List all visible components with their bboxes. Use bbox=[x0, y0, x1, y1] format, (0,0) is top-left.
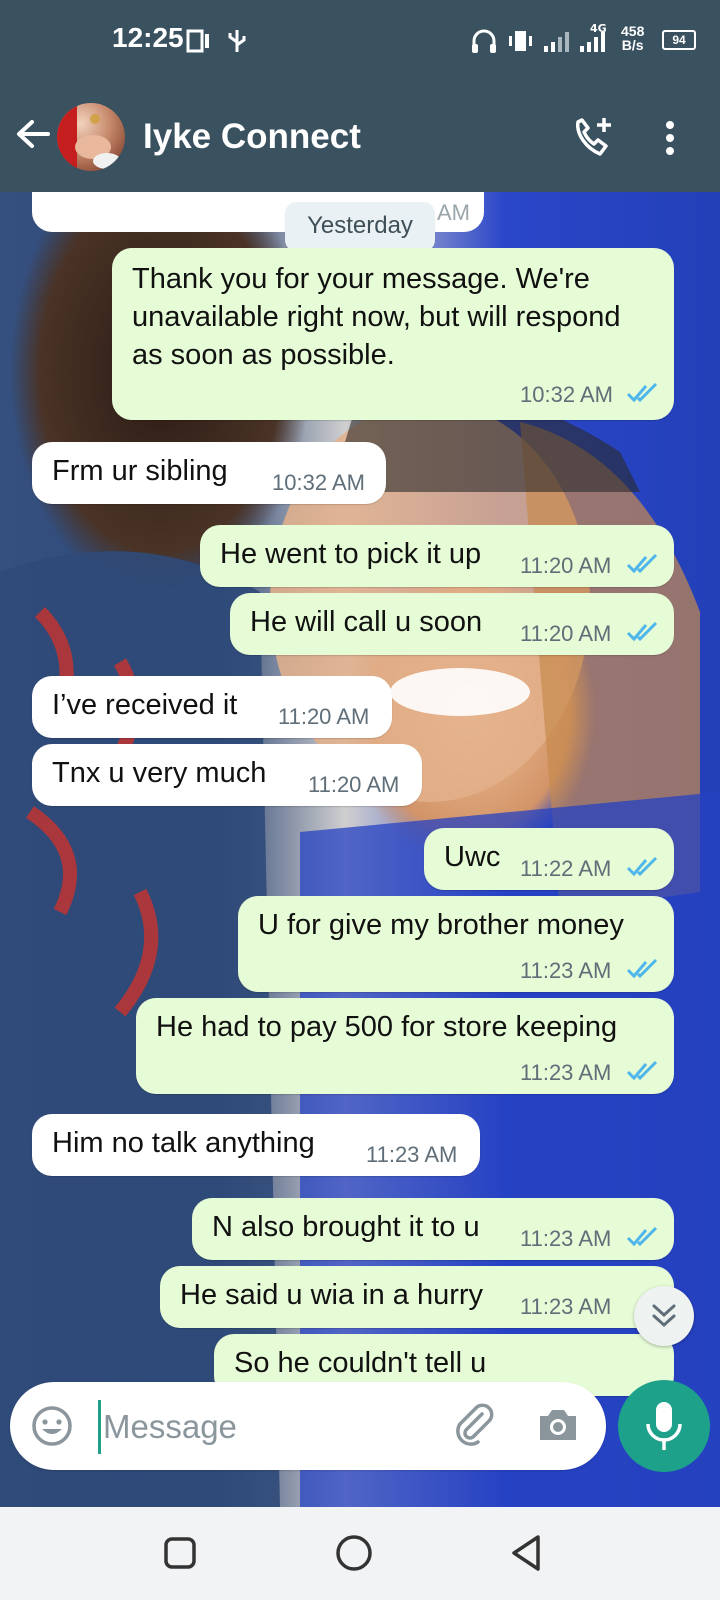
message-time: 10:32 AM bbox=[520, 382, 613, 407]
message-time: 11:20 AM bbox=[308, 772, 400, 797]
message-bubble-outgoing[interactable]: He went to pick it up 11:20 AM bbox=[200, 525, 674, 587]
message-text: Frm ur sibling bbox=[52, 455, 228, 487]
headset-icon bbox=[472, 29, 496, 53]
signal-2-icon: 4G bbox=[580, 22, 607, 52]
battery-indicator: 94 bbox=[662, 30, 696, 50]
message-bubble-incoming[interactable]: Tnx u very much 11:20 AM bbox=[32, 744, 422, 806]
message-composer bbox=[10, 1382, 606, 1470]
message-text: N also brought it to u bbox=[212, 1211, 480, 1243]
message-text: Him no talk anything bbox=[52, 1127, 315, 1159]
message-time: 11:23 AM bbox=[366, 1142, 458, 1167]
nav-back-icon[interactable] bbox=[508, 1533, 544, 1573]
message-input[interactable] bbox=[98, 1400, 445, 1454]
message-text: He said u wia in a hurry bbox=[180, 1279, 484, 1311]
scroll-down-icon bbox=[652, 1304, 676, 1328]
message-text: He will call u soon bbox=[250, 606, 483, 638]
message-time: 11:20 AM bbox=[520, 621, 612, 646]
read-ticks-icon bbox=[626, 1226, 658, 1247]
emoji-icon[interactable] bbox=[30, 1404, 74, 1448]
status-time: 12:25 bbox=[112, 22, 184, 53]
chat-area[interactable]: 10:32 AM Yesterday Thank you for your me… bbox=[0, 192, 720, 1507]
message-time: 11:23 AM bbox=[520, 1226, 612, 1251]
mic-icon bbox=[646, 1402, 682, 1450]
read-ticks-icon bbox=[626, 856, 658, 877]
read-ticks-icon bbox=[626, 553, 658, 574]
message-bubble-outgoing[interactable]: He said u wia in a hurry 11:23 AM bbox=[160, 1266, 674, 1328]
message-text: Tnx u very much bbox=[52, 757, 267, 789]
date-divider: Yesterday bbox=[285, 202, 435, 252]
message-text: U for give my brother money bbox=[258, 909, 624, 941]
message-bubble-outgoing[interactable]: He will call u soon 11:20 AM bbox=[230, 593, 674, 655]
message-time: 11:22 AM bbox=[520, 856, 612, 881]
message-text: So he couldn't tell u bbox=[234, 1347, 487, 1379]
speed-value: 458 bbox=[621, 23, 645, 39]
vibrate-icon bbox=[509, 31, 532, 51]
avatar-image bbox=[57, 103, 121, 171]
system-nav-bar bbox=[0, 1507, 720, 1600]
message-text: He had to pay 500 for store keeping bbox=[156, 1011, 618, 1043]
read-ticks-icon bbox=[626, 958, 658, 979]
message-text: Uwc bbox=[444, 841, 501, 873]
message-bubble-incoming[interactable]: I’ve received it 11:20 AM bbox=[32, 676, 392, 738]
message-bubble-outgoing[interactable]: Uwc 11:22 AM bbox=[424, 828, 674, 890]
read-ticks-icon bbox=[626, 1060, 658, 1081]
message-time: 11:23 AM bbox=[520, 958, 612, 983]
scroll-down-button[interactable] bbox=[634, 1286, 694, 1346]
add-call-icon[interactable] bbox=[570, 114, 616, 160]
nav-home-icon[interactable] bbox=[334, 1533, 374, 1573]
screen-record-icon bbox=[186, 29, 209, 53]
speed-unit: B/s bbox=[621, 37, 644, 53]
message-time: 11:23 AM bbox=[520, 1060, 612, 1085]
chat-header: 12:25 4G 458 B/s 94 Iyke Connect bbox=[0, 0, 720, 192]
message-bubble-outgoing[interactable]: N also brought it to u 11:23 AM bbox=[192, 1198, 674, 1260]
contact-name[interactable]: Iyke Connect bbox=[143, 117, 361, 157]
message-time: 11:23 AM bbox=[520, 1294, 612, 1319]
more-vert-icon[interactable] bbox=[664, 120, 676, 156]
message-text: Thank you for your message. We're unavai… bbox=[132, 263, 621, 371]
message-bubble-outgoing[interactable]: U for give my brother money 11:23 AM bbox=[238, 896, 674, 992]
read-ticks-icon bbox=[626, 621, 658, 642]
message-time: 11:20 AM bbox=[278, 704, 370, 729]
usb-icon bbox=[228, 30, 246, 52]
message-text: He went to pick it up bbox=[220, 538, 482, 570]
message-bubble-outgoing[interactable]: He had to pay 500 for store keeping 11:2… bbox=[136, 998, 674, 1094]
message-text: I’ve received it bbox=[52, 689, 238, 721]
network-speed: 458 B/s bbox=[621, 24, 644, 52]
back-arrow-icon[interactable] bbox=[14, 118, 52, 150]
camera-icon[interactable] bbox=[536, 1404, 580, 1444]
message-bubble-outgoing[interactable]: Thank you for your message. We're unavai… bbox=[112, 248, 674, 420]
mic-button[interactable] bbox=[618, 1380, 710, 1472]
message-bubble-incoming[interactable]: Frm ur sibling 10:32 AM bbox=[32, 442, 386, 504]
message-bubble-incoming[interactable]: Him no talk anything 11:23 AM bbox=[32, 1114, 480, 1176]
attach-icon[interactable] bbox=[450, 1400, 496, 1446]
message-time: 10:32 AM bbox=[272, 470, 365, 495]
signal-1-icon bbox=[544, 32, 569, 52]
nav-recents-icon[interactable] bbox=[162, 1535, 198, 1571]
message-time: 11:20 AM bbox=[520, 553, 612, 578]
read-ticks-icon bbox=[626, 382, 658, 403]
avatar[interactable] bbox=[57, 103, 125, 171]
